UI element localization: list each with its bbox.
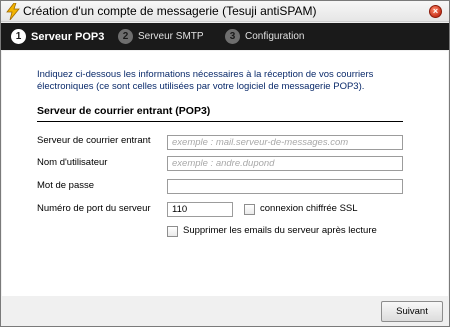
step-configuration: 3 Configuration <box>225 27 304 46</box>
step-serveur-smtp: 2 Serveur SMTP <box>118 27 204 46</box>
wizard-steps: 1 Serveur POP3 2 Serveur SMTP 3 Configur… <box>1 23 449 50</box>
port-label: Numéro de port du serveur <box>37 203 151 214</box>
step-number: 2 <box>118 29 133 44</box>
delete-after-checkbox[interactable] <box>167 226 178 237</box>
step-label: Serveur SMTP <box>138 31 204 42</box>
next-button[interactable]: Suivant <box>381 301 443 322</box>
step-label: Configuration <box>245 31 305 42</box>
intro-text: Indiquez ci-dessous les informations néc… <box>37 69 374 92</box>
form-panel: Indiquez ci-dessous les informations néc… <box>2 51 448 296</box>
server-input[interactable]: exemple : mail.serveur-de-messages.com <box>167 135 403 150</box>
ssl-checkbox[interactable] <box>244 204 255 215</box>
password-label: Mot de passe <box>37 180 95 191</box>
server-label: Serveur de courrier entrant <box>37 135 151 146</box>
close-icon[interactable]: × <box>429 5 442 18</box>
password-input[interactable] <box>167 179 403 194</box>
delete-after-label: Supprimer les emails du serveur après le… <box>183 225 377 236</box>
section-divider <box>37 121 403 122</box>
username-label: Nom d'utilisateur <box>37 157 108 168</box>
account-wizard-window: Création d'un compte de messagerie (Tesu… <box>0 0 450 327</box>
port-input[interactable]: 110 <box>167 202 233 217</box>
step-number: 1 <box>11 29 26 44</box>
step-number: 3 <box>225 29 240 44</box>
ssl-label: connexion chiffrée SSL <box>260 203 358 214</box>
username-input[interactable]: exemple : andre.dupond <box>167 156 403 171</box>
window-title: Création d'un compte de messagerie (Tesu… <box>23 4 317 18</box>
section-title: Serveur de courrier entrant (POP3) <box>37 105 211 117</box>
step-serveur-pop3: 1 Serveur POP3 <box>11 27 104 46</box>
title-bar: Création d'un compte de messagerie (Tesu… <box>1 1 449 22</box>
step-label: Serveur POP3 <box>31 30 105 43</box>
lightning-icon <box>6 3 20 20</box>
footer-bar: Suivant <box>2 296 448 326</box>
